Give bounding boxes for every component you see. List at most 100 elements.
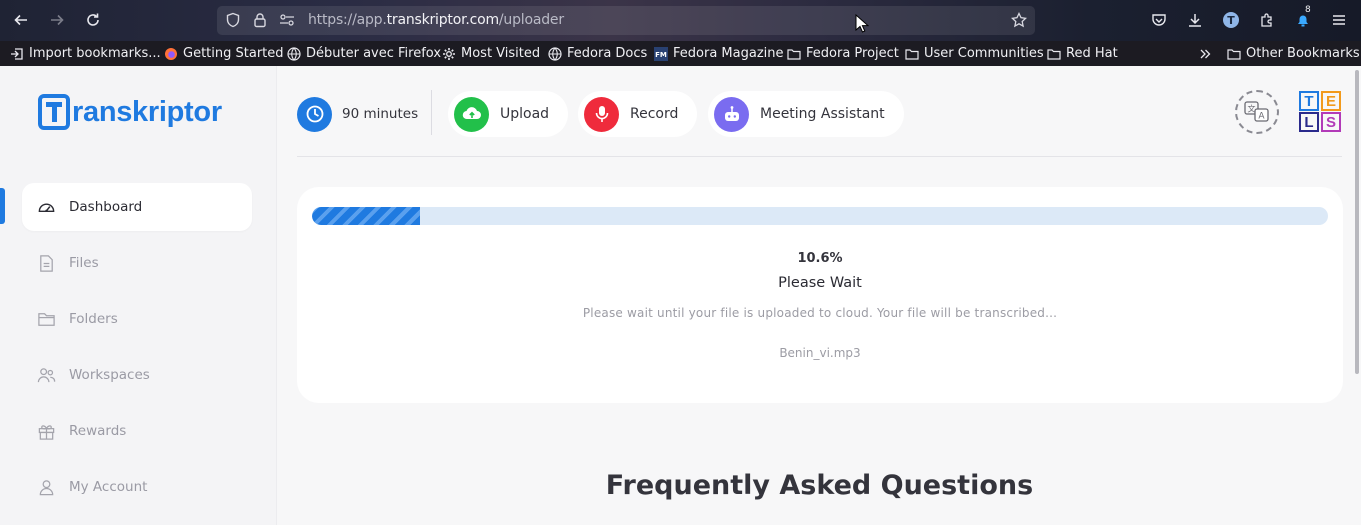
transkriptor-logo[interactable]: ranskriptor xyxy=(38,94,222,130)
downloads-button[interactable] xyxy=(1183,8,1207,32)
bookmark-label: Fedora Magazine xyxy=(673,46,784,61)
record-button[interactable]: Record xyxy=(578,91,698,137)
microphone-icon xyxy=(584,96,619,132)
tels-letter: S xyxy=(1321,112,1341,132)
bookmark-user-communities[interactable]: User Communities xyxy=(905,45,1044,62)
star-icon[interactable] xyxy=(1011,12,1027,28)
menu-button[interactable] xyxy=(1327,8,1351,32)
url-path: /uploader xyxy=(498,12,564,28)
extensions-button[interactable] xyxy=(1255,8,1279,32)
tels-logo[interactable]: T E L S xyxy=(1299,91,1343,133)
shield-icon[interactable] xyxy=(225,12,241,28)
globe-icon xyxy=(287,46,301,61)
extension-badge-button[interactable]: 8 xyxy=(1291,5,1315,32)
fm-icon: FM xyxy=(654,46,668,61)
browser-toolbar: https://app.transkriptor.com/uploader T … xyxy=(0,0,1361,41)
folder-icon xyxy=(787,48,801,60)
bookmark-fedora-docs[interactable]: Fedora Docs xyxy=(548,45,647,62)
reload-button[interactable] xyxy=(81,8,105,32)
back-button[interactable] xyxy=(9,8,33,32)
sidebar: ranskriptor Dashboard Files Folders Work… xyxy=(0,66,277,525)
topbar-separator xyxy=(431,90,432,135)
bookmark-label: Red Hat xyxy=(1066,46,1118,61)
bookmark-import[interactable]: Import bookmarks... xyxy=(10,45,161,62)
bookmark-label: Fedora Project xyxy=(806,46,899,61)
bookmarks-overflow-button[interactable] xyxy=(1198,45,1212,62)
uploading-filename: Benin_vi.mp3 xyxy=(779,346,861,360)
bookmark-red-hat[interactable]: Red Hat xyxy=(1047,45,1118,62)
sidebar-item-label: My Account xyxy=(69,479,148,495)
minutes-balance[interactable]: 90 minutes xyxy=(297,91,418,137)
account-avatar-icon: T xyxy=(1223,12,1239,28)
language-button[interactable]: 文A xyxy=(1235,90,1279,134)
bookmark-most-visited[interactable]: Most Visited xyxy=(442,45,540,62)
bookmark-label: Other Bookmarks xyxy=(1246,46,1360,61)
bookmark-label: Fedora Docs xyxy=(567,46,648,61)
address-bar[interactable]: https://app.transkriptor.com/uploader xyxy=(217,6,1035,35)
url-prefix: https://app. xyxy=(308,12,387,28)
sidebar-item-dashboard[interactable]: Dashboard xyxy=(22,183,252,231)
record-label: Record xyxy=(630,106,679,122)
folder-icon xyxy=(905,48,919,60)
lock-icon[interactable] xyxy=(252,12,268,28)
bookmark-debuter[interactable]: Débuter avec Firefox xyxy=(287,45,441,62)
upload-label: Upload xyxy=(500,106,550,122)
bookmark-label: Most Visited xyxy=(461,46,541,61)
file-icon xyxy=(40,254,53,272)
meeting-assistant-label: Meeting Assistant xyxy=(760,106,885,122)
forward-button[interactable] xyxy=(45,8,69,32)
bookmark-label: Import bookmarks... xyxy=(29,46,161,61)
sidebar-item-label: Workspaces xyxy=(69,367,150,383)
extension-badge-count: 8 xyxy=(1305,5,1311,15)
svg-text:T: T xyxy=(1227,14,1235,27)
bookmark-getting-started[interactable]: Getting Started xyxy=(164,45,284,62)
globe-icon xyxy=(548,46,562,61)
sidebar-item-label: Folders xyxy=(69,311,118,327)
upload-button[interactable]: Upload xyxy=(448,91,569,137)
logo-mark xyxy=(38,94,70,130)
gift-icon xyxy=(38,424,55,440)
topbar-divider xyxy=(297,156,1342,157)
bookmarks-toolbar: Import bookmarks... Getting Started Débu… xyxy=(0,41,1361,66)
url-text[interactable]: https://app.transkriptor.com/uploader xyxy=(308,12,564,28)
translate-icon: 文A xyxy=(1244,101,1269,122)
account-button[interactable]: T xyxy=(1219,8,1243,32)
other-bookmarks[interactable]: Other Bookmarks xyxy=(1227,45,1360,62)
sidebar-item-my-account[interactable]: My Account xyxy=(22,463,252,511)
meeting-assistant-button[interactable]: Meeting Assistant xyxy=(708,91,904,137)
svg-text:A: A xyxy=(1258,112,1265,122)
upload-progress-fill xyxy=(312,207,420,225)
page-scrollbar[interactable] xyxy=(1355,70,1359,374)
users-icon xyxy=(37,367,56,382)
tels-letter: E xyxy=(1321,91,1341,111)
forward-arrow-icon xyxy=(51,14,64,26)
sidebar-item-label: Dashboard xyxy=(69,199,143,215)
bookmark-fedora-project[interactable]: Fedora Project xyxy=(787,45,899,62)
active-indicator xyxy=(0,188,5,224)
url-domain: transkriptor.com xyxy=(386,12,500,28)
sidebar-item-workspaces[interactable]: Workspaces xyxy=(22,351,252,399)
sidebar-item-files[interactable]: Files xyxy=(22,239,252,287)
svg-text:FM: FM xyxy=(655,51,667,59)
gear-icon xyxy=(443,47,455,60)
reload-icon xyxy=(87,13,99,26)
pocket-button[interactable] xyxy=(1147,8,1171,32)
mouse-cursor-icon xyxy=(855,14,869,33)
tels-letter: T xyxy=(1299,91,1319,111)
status-title: Please Wait xyxy=(778,275,862,291)
status-description: Please wait until your file is uploaded … xyxy=(582,306,1058,320)
bookmark-fedora-magazine[interactable]: FM Fedora Magazine xyxy=(654,45,784,62)
firefox-icon xyxy=(165,47,177,60)
faq-heading: Frequently Asked Questions xyxy=(605,470,1034,501)
bookmark-label: User Communities xyxy=(924,46,1044,61)
minutes-label: 90 minutes xyxy=(342,106,419,122)
tels-letter: L xyxy=(1299,112,1319,132)
sidebar-item-rewards[interactable]: Rewards xyxy=(22,407,252,455)
bookmark-label: Getting Started xyxy=(183,46,284,61)
chevron-double-right-icon xyxy=(1200,49,1211,58)
download-icon xyxy=(1189,14,1201,27)
permissions-icon[interactable] xyxy=(279,12,295,28)
pocket-icon xyxy=(1152,14,1166,26)
sidebar-item-folders[interactable]: Folders xyxy=(22,295,252,343)
puzzle-icon xyxy=(1261,13,1272,27)
